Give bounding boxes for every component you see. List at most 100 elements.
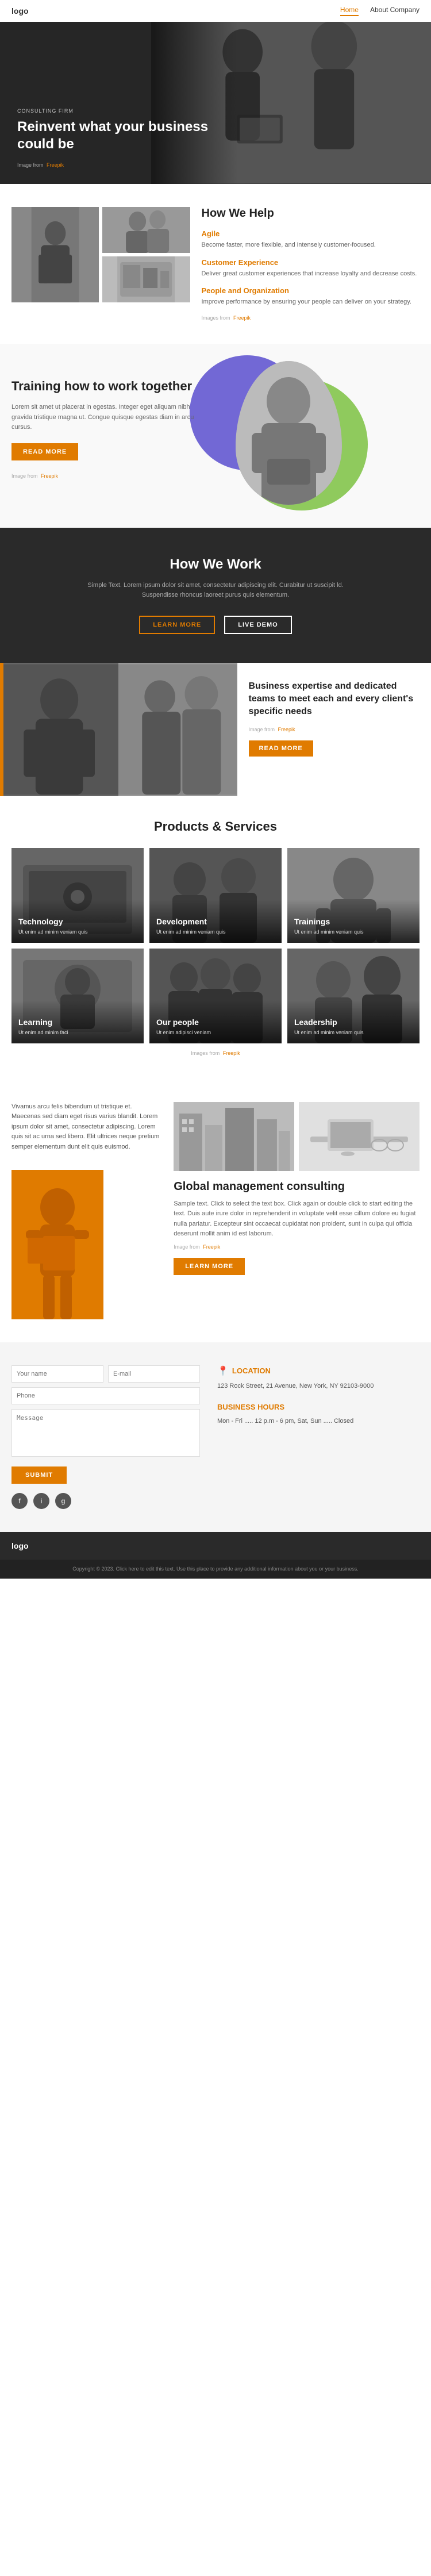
hwh-item-agile-text: Become faster, more flexible, and intens…	[202, 240, 420, 250]
hwh-source: Images from Freepik	[202, 315, 420, 321]
product-card-technology[interactable]: Technology Ut enim ad minim veniam quis	[11, 848, 144, 943]
training-content: Training how to work together Lorem sit …	[11, 378, 195, 460]
products-source-link[interactable]: Freepik	[223, 1050, 240, 1056]
product-overlay-1: Technology Ut enim ad minim veniam quis	[11, 900, 144, 943]
product-name-people: Our people	[156, 1018, 275, 1027]
form-name-input[interactable]	[11, 1365, 103, 1383]
product-card-development[interactable]: Development Ut enim ad minim veniam quis	[149, 848, 282, 943]
gc-left-text: Vivamus arcu felis bibendum ut tristique…	[11, 1102, 162, 1153]
product-name-learning: Learning	[18, 1018, 137, 1027]
learn-more-button[interactable]: LEARN MORE	[139, 616, 215, 634]
products-section: Products & Services Technology Ut enim a…	[0, 796, 431, 1079]
hero-tag: CONSULTING FIRM	[17, 108, 220, 114]
products-title: Products & Services	[11, 819, 420, 834]
footer-form: SUBMIT f i g	[11, 1365, 200, 1509]
footer-copy-text: Copyright © 2023. Click here to edit thi…	[11, 1565, 420, 1573]
hwh-img-1	[11, 207, 99, 302]
hwh-img-3	[102, 256, 190, 302]
product-overlay-3: Trainings Ut enim ad minim veniam quis	[287, 900, 420, 943]
gc-learn-more-button[interactable]: LEARN MORE	[174, 1258, 245, 1275]
hwh-item-cx-text: Deliver great customer experiences that …	[202, 269, 420, 279]
training-title: Training how to work together	[11, 378, 195, 395]
product-desc-technology: Ut enim ad minim veniam quis	[18, 928, 137, 936]
footer-hours-text: Mon - Fri ..... 12 p.m - 6 pm, Sat, Sun …	[217, 1416, 420, 1427]
training-body: Lorem sit amet ut placerat in egestas. I…	[11, 402, 195, 433]
hwh-source-link[interactable]: Freepik	[233, 315, 251, 321]
location-icon: 📍	[217, 1365, 229, 1377]
footer-info: 📍 LOCATION 123 Rock Street, 21 Avenue, N…	[217, 1365, 420, 1509]
products-source: Images from Freepik	[11, 1050, 420, 1056]
social-instagram[interactable]: i	[33, 1493, 49, 1509]
form-phone-input[interactable]	[11, 1387, 200, 1404]
social-google[interactable]: g	[55, 1493, 71, 1509]
hwh-img-2	[102, 207, 190, 253]
product-overlay-5: Our people Ut enim adipisci veniam	[149, 1000, 282, 1043]
product-desc-people: Ut enim adipisci veniam	[156, 1029, 275, 1036]
gc-body: Sample text. Click to select the text bo…	[174, 1199, 420, 1239]
form-submit-button[interactable]: SUBMIT	[11, 1466, 67, 1484]
hero-source: Image from Freepik	[17, 162, 220, 168]
how-we-work-section: How We Work Simple Text. Lorem ipsum dol…	[0, 528, 431, 663]
product-card-learning[interactable]: Learning Ut enim ad minim faci	[11, 949, 144, 1043]
expertise-source-link[interactable]: Freepik	[278, 727, 295, 732]
hwh-item-people: People and Organization Improve performa…	[202, 286, 420, 307]
gc-img-1	[174, 1102, 294, 1171]
footer-hours-block: BUSINESS HOURS Mon - Fri ..... 12 p.m - …	[217, 1403, 420, 1427]
how-we-work-title: How We Work	[11, 556, 420, 573]
footer-form-row-3	[11, 1409, 200, 1460]
hero-source-link[interactable]: Freepik	[47, 162, 64, 168]
product-name-development: Development	[156, 917, 275, 926]
footer-copyright: Copyright © 2023. Click here to edit thi…	[0, 1560, 431, 1579]
form-message-input[interactable]	[11, 1409, 200, 1457]
orange-bar	[0, 663, 3, 796]
expertise-right-svg	[118, 663, 237, 796]
product-card-leadership[interactable]: Leadership Ut enim ad minim veniam quis	[287, 949, 420, 1043]
how-we-work-buttons: LEARN MORE LIVE DEMO	[11, 616, 420, 634]
product-card-our-people[interactable]: Our people Ut enim adipisci veniam	[149, 949, 282, 1043]
hwh-img-tall	[11, 207, 99, 302]
hwh-img-2-svg	[102, 207, 190, 253]
social-icons-row: f i g	[11, 1493, 200, 1509]
hwh-item-cx: Customer Experience Deliver great custom…	[202, 258, 420, 279]
expertise-img-right	[118, 663, 237, 796]
footer-location-block: 📍 LOCATION 123 Rock Street, 21 Avenue, N…	[217, 1365, 420, 1392]
hero-source-text: Image from	[17, 162, 44, 168]
form-email-input[interactable]	[108, 1365, 200, 1383]
how-we-work-body: Simple Text. Lorem ipsum dolor sit amet,…	[72, 581, 359, 601]
gc-img-2	[299, 1102, 420, 1171]
products-grid: Technology Ut enim ad minim veniam quis …	[11, 848, 420, 1043]
expertise-read-more-button[interactable]: READ MORE	[249, 740, 313, 757]
training-source-link[interactable]: Freepik	[41, 473, 58, 479]
nav-links: Home About Company	[340, 6, 420, 16]
expertise-section: Business expertise and dedicated teams t…	[0, 663, 431, 796]
product-name-technology: Technology	[18, 917, 137, 926]
hwh-item-cx-heading: Customer Experience	[202, 258, 420, 267]
footer-address: 123 Rock Street, 21 Avenue, New York, NY…	[217, 1381, 420, 1392]
footer-location-title: 📍 LOCATION	[217, 1365, 420, 1377]
hwh-title: How We Help	[202, 207, 420, 220]
gc-right: Global management consulting Sample text…	[174, 1102, 420, 1275]
social-facebook[interactable]: f	[11, 1493, 28, 1509]
training-read-more-button[interactable]: READ MORE	[11, 443, 78, 460]
product-card-trainings[interactable]: Trainings Ut enim ad minim veniam quis	[287, 848, 420, 943]
hwh-img-3-svg	[102, 256, 190, 302]
expertise-left-svg	[0, 663, 118, 796]
nav-link-home[interactable]: Home	[340, 6, 359, 16]
global-consulting-section: Vivamus arcu felis bibendum ut tristique…	[0, 1079, 431, 1342]
expertise-img-left	[0, 663, 118, 796]
product-overlay-4: Learning Ut enim ad minim faci	[11, 1000, 144, 1043]
training-section: Training how to work together Lorem sit …	[0, 344, 431, 528]
hwh-content: How We Help Agile Become faster, more fl…	[202, 207, 420, 321]
expertise-title: Business expertise and dedicated teams t…	[249, 680, 420, 719]
gc-source-link[interactable]: Freepik	[203, 1244, 220, 1250]
gc-person-svg	[11, 1170, 103, 1319]
live-demo-button[interactable]: LIVE DEMO	[224, 616, 292, 634]
footer-bottom: logo	[0, 1532, 431, 1560]
nav-link-about[interactable]: About Company	[370, 6, 420, 16]
product-overlay-2: Development Ut enim ad minim veniam quis	[149, 900, 282, 943]
hwh-item-agile-heading: Agile	[202, 229, 420, 238]
gc-left: Vivamus arcu felis bibendum ut tristique…	[11, 1102, 162, 1319]
hwh-item-agile: Agile Become faster, more flexible, and …	[202, 229, 420, 250]
product-name-trainings: Trainings	[294, 917, 413, 926]
footer-top: SUBMIT f i g 📍 LOCATION 123 Rock Street,…	[0, 1342, 431, 1532]
